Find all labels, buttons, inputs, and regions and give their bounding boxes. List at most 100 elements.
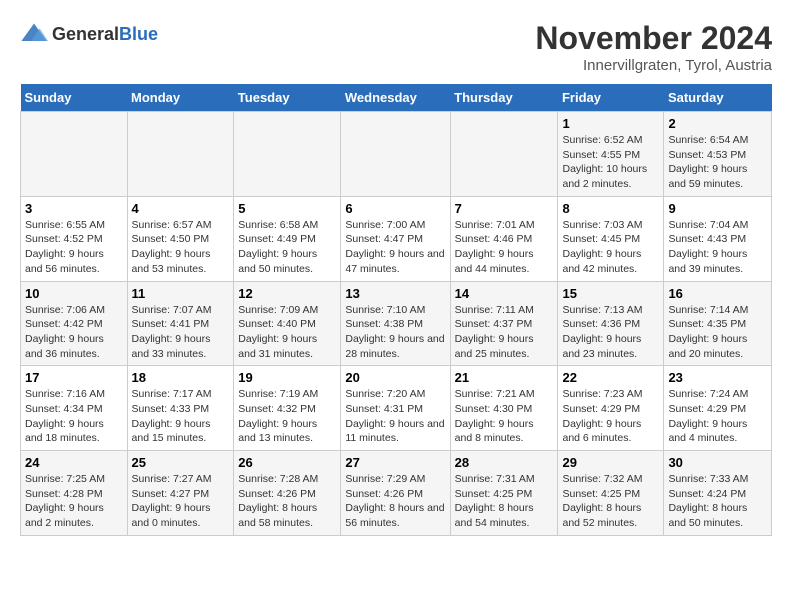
day-info: Sunrise: 7:33 AM Sunset: 4:24 PM Dayligh… bbox=[668, 472, 767, 531]
day-number: 13 bbox=[345, 286, 445, 301]
calendar-cell: 14 Sunrise: 7:11 AM Sunset: 4:37 PM Dayli… bbox=[450, 281, 558, 366]
day-info: Sunrise: 7:04 AM Sunset: 4:43 PM Dayligh… bbox=[668, 218, 767, 277]
calendar-cell: 18 Sunrise: 7:17 AM Sunset: 4:33 PM Dayli… bbox=[127, 366, 234, 451]
day-info: Sunrise: 7:16 AM Sunset: 4:34 PM Dayligh… bbox=[25, 387, 123, 446]
calendar-cell: 25 Sunrise: 7:27 AM Sunset: 4:27 PM Dayli… bbox=[127, 451, 234, 536]
day-number: 3 bbox=[25, 201, 123, 216]
calendar-cell: 27Sunrise: 7:29 AM Sunset: 4:26 PM Dayli… bbox=[341, 451, 450, 536]
header-monday: Monday bbox=[127, 84, 234, 112]
logo-blue: Blue bbox=[119, 24, 158, 45]
day-number: 1 bbox=[562, 116, 659, 131]
day-info: Sunrise: 7:27 AM Sunset: 4:27 PM Dayligh… bbox=[132, 472, 230, 531]
day-info: Sunrise: 7:06 AM Sunset: 4:42 PM Dayligh… bbox=[25, 303, 123, 362]
calendar-cell: 3 Sunrise: 6:55 AM Sunset: 4:52 PM Daylig… bbox=[21, 196, 128, 281]
day-info: Sunrise: 7:14 AM Sunset: 4:35 PM Dayligh… bbox=[668, 303, 767, 362]
header-tuesday: Tuesday bbox=[234, 84, 341, 112]
day-number: 30 bbox=[668, 455, 767, 470]
day-number: 22 bbox=[562, 370, 659, 385]
day-number: 8 bbox=[562, 201, 659, 216]
day-info: Sunrise: 7:24 AM Sunset: 4:29 PM Dayligh… bbox=[668, 387, 767, 446]
day-info: Sunrise: 7:11 AM Sunset: 4:37 PM Dayligh… bbox=[455, 303, 554, 362]
title-area: November 2024 Innervillgraten, Tyrol, Au… bbox=[535, 20, 772, 74]
day-info: Sunrise: 7:09 AM Sunset: 4:40 PM Dayligh… bbox=[238, 303, 336, 362]
page-header: General Blue November 2024 Innervillgrat… bbox=[20, 20, 772, 74]
day-info: Sunrise: 7:23 AM Sunset: 4:29 PM Dayligh… bbox=[562, 387, 659, 446]
day-number: 15 bbox=[562, 286, 659, 301]
calendar-cell: 9Sunrise: 7:04 AM Sunset: 4:43 PM Daylig… bbox=[664, 196, 772, 281]
calendar-cell: 19 Sunrise: 7:19 AM Sunset: 4:32 PM Dayli… bbox=[234, 366, 341, 451]
day-number: 14 bbox=[455, 286, 554, 301]
day-number: 7 bbox=[455, 201, 554, 216]
calendar-week-row: 3 Sunrise: 6:55 AM Sunset: 4:52 PM Daylig… bbox=[21, 196, 772, 281]
day-info: Sunrise: 7:32 AM Sunset: 4:25 PM Dayligh… bbox=[562, 472, 659, 531]
day-number: 2 bbox=[668, 116, 767, 131]
day-info: Sunrise: 6:52 AM Sunset: 4:55 PM Dayligh… bbox=[562, 133, 659, 192]
calendar-cell: 12Sunrise: 7:09 AM Sunset: 4:40 PM Dayli… bbox=[234, 281, 341, 366]
day-info: Sunrise: 6:57 AM Sunset: 4:50 PM Dayligh… bbox=[132, 218, 230, 277]
header-saturday: Saturday bbox=[664, 84, 772, 112]
location-title: Innervillgraten, Tyrol, Austria bbox=[535, 57, 772, 74]
day-info: Sunrise: 7:20 AM Sunset: 4:31 PM Dayligh… bbox=[345, 387, 445, 446]
calendar-cell: 21 Sunrise: 7:21 AM Sunset: 4:30 PM Dayli… bbox=[450, 366, 558, 451]
calendar-week-row: 1 Sunrise: 6:52 AM Sunset: 4:55 PM Daylig… bbox=[21, 112, 772, 197]
calendar-cell: 11Sunrise: 7:07 AM Sunset: 4:41 PM Dayli… bbox=[127, 281, 234, 366]
day-info: Sunrise: 7:01 AM Sunset: 4:46 PM Dayligh… bbox=[455, 218, 554, 277]
day-info: Sunrise: 7:07 AM Sunset: 4:41 PM Dayligh… bbox=[132, 303, 230, 362]
calendar-week-row: 24 Sunrise: 7:25 AM Sunset: 4:28 PM Dayli… bbox=[21, 451, 772, 536]
calendar-cell: 1 Sunrise: 6:52 AM Sunset: 4:55 PM Daylig… bbox=[558, 112, 664, 197]
day-number: 16 bbox=[668, 286, 767, 301]
day-number: 19 bbox=[238, 370, 336, 385]
day-number: 18 bbox=[132, 370, 230, 385]
calendar-cell bbox=[450, 112, 558, 197]
calendar-table: SundayMondayTuesdayWednesdayThursdayFrid… bbox=[20, 84, 772, 536]
calendar-cell: 28Sunrise: 7:31 AM Sunset: 4:25 PM Dayli… bbox=[450, 451, 558, 536]
day-number: 10 bbox=[25, 286, 123, 301]
logo-icon bbox=[20, 20, 48, 48]
day-info: Sunrise: 6:55 AM Sunset: 4:52 PM Dayligh… bbox=[25, 218, 123, 277]
calendar-cell: 20 Sunrise: 7:20 AM Sunset: 4:31 PM Dayli… bbox=[341, 366, 450, 451]
calendar-cell bbox=[127, 112, 234, 197]
day-number: 23 bbox=[668, 370, 767, 385]
header-thursday: Thursday bbox=[450, 84, 558, 112]
day-number: 25 bbox=[132, 455, 230, 470]
calendar-cell: 29 Sunrise: 7:32 AM Sunset: 4:25 PM Dayli… bbox=[558, 451, 664, 536]
calendar-cell: 22 Sunrise: 7:23 AM Sunset: 4:29 PM Dayli… bbox=[558, 366, 664, 451]
day-number: 20 bbox=[345, 370, 445, 385]
calendar-cell: 10 Sunrise: 7:06 AM Sunset: 4:42 PM Dayli… bbox=[21, 281, 128, 366]
calendar-cell: 16 Sunrise: 7:14 AM Sunset: 4:35 PM Dayli… bbox=[664, 281, 772, 366]
day-info: Sunrise: 7:10 AM Sunset: 4:38 PM Dayligh… bbox=[345, 303, 445, 362]
calendar-cell: 26Sunrise: 7:28 AM Sunset: 4:26 PM Dayli… bbox=[234, 451, 341, 536]
calendar-week-row: 10 Sunrise: 7:06 AM Sunset: 4:42 PM Dayli… bbox=[21, 281, 772, 366]
calendar-cell: 13 Sunrise: 7:10 AM Sunset: 4:38 PM Dayli… bbox=[341, 281, 450, 366]
day-info: Sunrise: 7:21 AM Sunset: 4:30 PM Dayligh… bbox=[455, 387, 554, 446]
calendar-cell: 15 Sunrise: 7:13 AM Sunset: 4:36 PM Dayli… bbox=[558, 281, 664, 366]
calendar-cell: 6 Sunrise: 7:00 AM Sunset: 4:47 PM Daylig… bbox=[341, 196, 450, 281]
calendar-cell: 2Sunrise: 6:54 AM Sunset: 4:53 PM Daylig… bbox=[664, 112, 772, 197]
day-info: Sunrise: 7:25 AM Sunset: 4:28 PM Dayligh… bbox=[25, 472, 123, 531]
calendar-cell: 4 Sunrise: 6:57 AM Sunset: 4:50 PM Daylig… bbox=[127, 196, 234, 281]
day-info: Sunrise: 7:03 AM Sunset: 4:45 PM Dayligh… bbox=[562, 218, 659, 277]
calendar-week-row: 17 Sunrise: 7:16 AM Sunset: 4:34 PM Dayli… bbox=[21, 366, 772, 451]
day-info: Sunrise: 7:28 AM Sunset: 4:26 PM Dayligh… bbox=[238, 472, 336, 531]
calendar-cell: 23 Sunrise: 7:24 AM Sunset: 4:29 PM Dayli… bbox=[664, 366, 772, 451]
day-info: Sunrise: 6:58 AM Sunset: 4:49 PM Dayligh… bbox=[238, 218, 336, 277]
day-info: Sunrise: 7:19 AM Sunset: 4:32 PM Dayligh… bbox=[238, 387, 336, 446]
calendar-cell: 17 Sunrise: 7:16 AM Sunset: 4:34 PM Dayli… bbox=[21, 366, 128, 451]
day-info: Sunrise: 7:13 AM Sunset: 4:36 PM Dayligh… bbox=[562, 303, 659, 362]
calendar-cell bbox=[234, 112, 341, 197]
day-number: 21 bbox=[455, 370, 554, 385]
day-number: 24 bbox=[25, 455, 123, 470]
day-number: 4 bbox=[132, 201, 230, 216]
day-number: 6 bbox=[345, 201, 445, 216]
logo-general: General bbox=[52, 24, 119, 45]
day-info: Sunrise: 7:00 AM Sunset: 4:47 PM Dayligh… bbox=[345, 218, 445, 277]
day-number: 29 bbox=[562, 455, 659, 470]
day-info: Sunrise: 7:17 AM Sunset: 4:33 PM Dayligh… bbox=[132, 387, 230, 446]
calendar-cell bbox=[341, 112, 450, 197]
month-title: November 2024 bbox=[535, 20, 772, 57]
day-number: 28 bbox=[455, 455, 554, 470]
calendar-cell: 5Sunrise: 6:58 AM Sunset: 4:49 PM Daylig… bbox=[234, 196, 341, 281]
logo-text: General Blue bbox=[52, 24, 158, 45]
day-number: 17 bbox=[25, 370, 123, 385]
header-friday: Friday bbox=[558, 84, 664, 112]
